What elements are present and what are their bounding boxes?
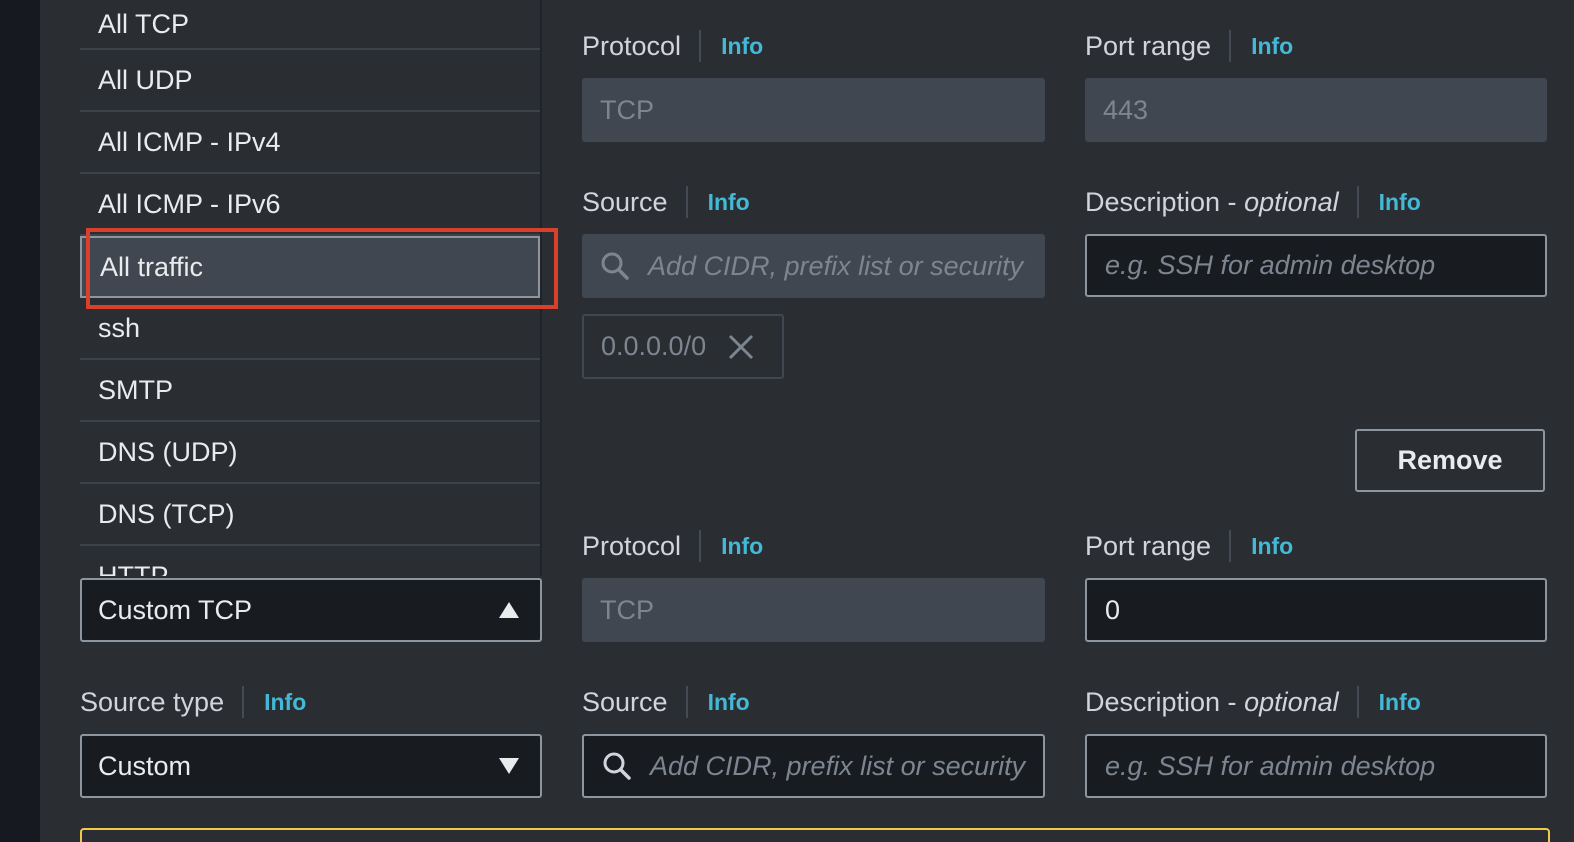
protocol-field-1: TCP: [582, 78, 1045, 142]
dropdown-option-all-traffic[interactable]: All traffic: [80, 236, 540, 298]
dropdown-option-smtp[interactable]: SMTP: [80, 360, 540, 422]
dropdown-option-ssh[interactable]: ssh: [80, 298, 540, 360]
protocol-field-2: TCP: [582, 578, 1045, 642]
dropdown-option-all-icmp-ipv4[interactable]: All ICMP - IPv4: [80, 112, 540, 174]
warning-alert: [80, 828, 1550, 842]
caret-up-icon: [499, 602, 519, 618]
source-search-input-1: Add CIDR, prefix list or security: [582, 234, 1045, 298]
remove-rule-button[interactable]: Remove: [1355, 429, 1545, 492]
port-range-field-1: 443: [1085, 78, 1547, 142]
port-range-info-link-1[interactable]: Info: [1251, 33, 1293, 60]
source-label-1: Source Info: [582, 186, 750, 218]
left-sidebar-edge: [0, 0, 40, 842]
description-info-link-1[interactable]: Info: [1379, 189, 1421, 216]
type-dropdown-list: All TCP All UDP All ICMP - IPv4 All ICMP…: [80, 0, 542, 576]
description-input-2[interactable]: e.g. SSH for admin desktop: [1085, 734, 1547, 798]
source-type-select-2[interactable]: Custom: [80, 734, 542, 798]
source-info-link-2[interactable]: Info: [708, 689, 750, 716]
description-info-link-2[interactable]: Info: [1379, 689, 1421, 716]
description-label-2: Description - optional Info: [1085, 686, 1421, 718]
caret-down-icon: [499, 758, 519, 774]
port-range-info-link-2[interactable]: Info: [1251, 533, 1293, 560]
source-info-link-1[interactable]: Info: [708, 189, 750, 216]
source-label-2: Source Info: [582, 686, 750, 718]
description-label-1: Description - optional Info: [1085, 186, 1421, 218]
protocol-info-link-2[interactable]: Info: [721, 533, 763, 560]
close-icon[interactable]: [726, 332, 756, 362]
source-type-label-2: Source type Info: [80, 686, 307, 718]
search-icon: [602, 751, 632, 781]
dropdown-option-dns-udp[interactable]: DNS (UDP): [80, 422, 540, 484]
type-select-2[interactable]: Custom TCP: [80, 578, 542, 642]
dropdown-option-http[interactable]: HTTP: [80, 546, 540, 577]
port-range-label-2: Port range Info: [1085, 530, 1294, 562]
dropdown-option-all-icmp-ipv6[interactable]: All ICMP - IPv6: [80, 174, 540, 236]
description-input-1[interactable]: e.g. SSH for admin desktop: [1085, 234, 1547, 297]
port-range-label-1: Port range Info: [1085, 30, 1294, 62]
protocol-info-link-1[interactable]: Info: [721, 33, 763, 60]
dropdown-option-all-tcp[interactable]: All TCP: [80, 0, 540, 50]
search-icon: [600, 251, 630, 281]
protocol-label-2: Protocol Info: [582, 530, 764, 562]
port-range-input-2[interactable]: 0: [1085, 578, 1547, 642]
source-search-input-2[interactable]: Add CIDR, prefix list or security: [582, 734, 1045, 798]
source-token-cidr: 0.0.0.0/0: [582, 314, 784, 379]
dropdown-option-all-udp[interactable]: All UDP: [80, 50, 540, 112]
source-type-info-link-2[interactable]: Info: [264, 689, 306, 716]
protocol-label-1: Protocol Info: [582, 30, 764, 62]
dropdown-option-dns-tcp[interactable]: DNS (TCP): [80, 484, 540, 546]
